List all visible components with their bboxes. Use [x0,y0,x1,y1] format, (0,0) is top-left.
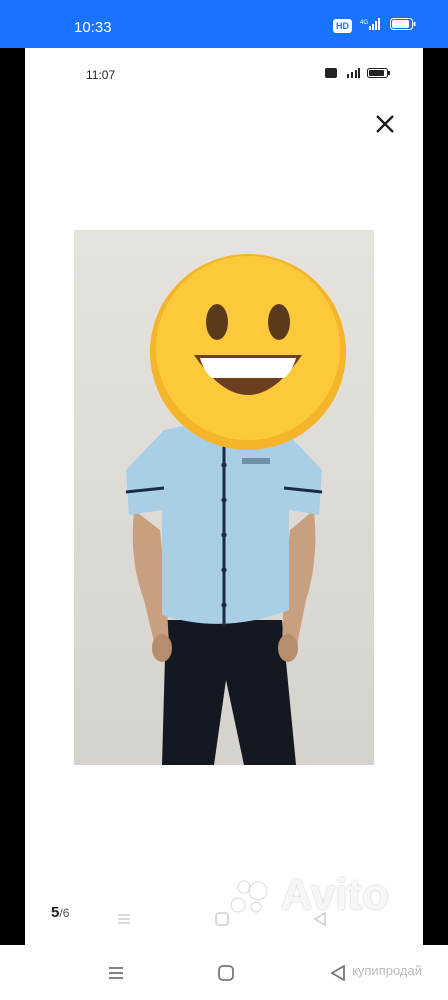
close-icon [373,115,397,140]
menu-icon [117,912,131,931]
inner-status-time: 11:07 [86,68,116,82]
hd-icon: HD [333,18,352,33]
inner-status-bar: 11:07 [25,48,423,98]
kupiprodai-watermark: купипродай [352,963,422,978]
close-button[interactable] [373,112,397,136]
status-time: 10:33 [74,19,112,36]
signal-icon: 4G [360,18,382,33]
status-icons: HD 4G [333,18,416,33]
inner-signal-icon [343,68,361,81]
battery-icon [390,18,416,33]
avito-logo-icon [230,870,281,919]
back-button[interactable] [330,964,346,986]
nav-bar: купипродай [0,945,448,1000]
avito-watermark: Avito [230,870,389,920]
inner-battery-icon [367,68,391,81]
home-button[interactable] [218,965,234,986]
svg-text:4G: 4G [360,20,368,26]
menu-button[interactable] [108,965,124,986]
home-icon [215,912,229,931]
inner-hd-icon [325,68,337,81]
inner-status-icons [325,68,391,81]
photo-viewer: 11:07 5/6 Avito [25,48,423,945]
product-photo[interactable] [74,230,374,765]
avito-brand-text: Avito [280,870,389,919]
status-bar: 10:33 HD 4G [0,0,448,48]
